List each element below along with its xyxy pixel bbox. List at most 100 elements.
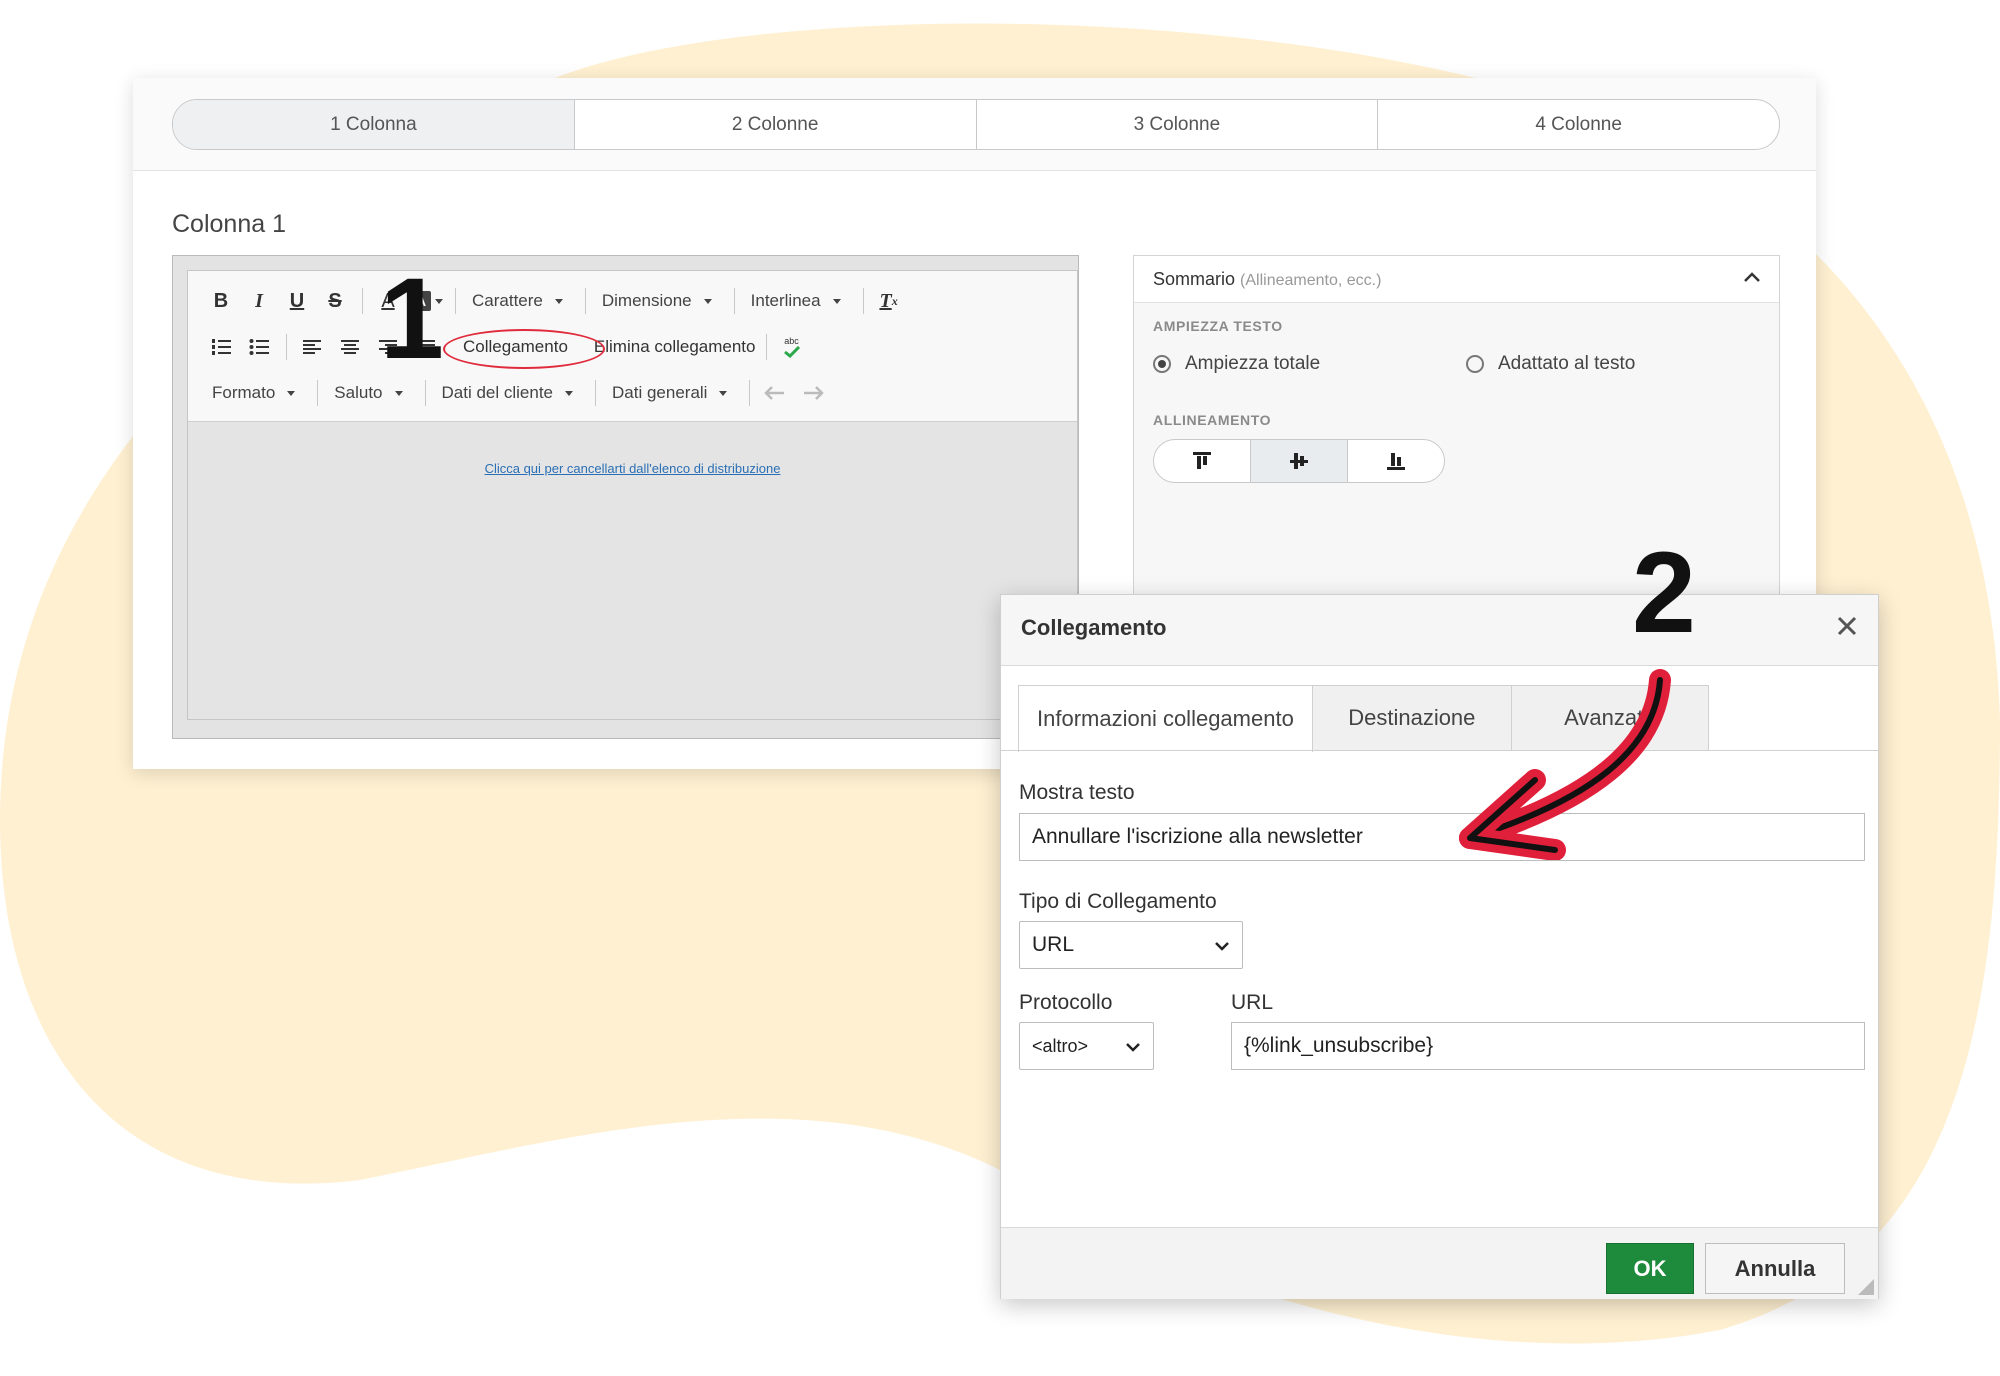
summary-title: Sommario (Allineamento, ecc.) <box>1153 269 1381 290</box>
unsubscribe-link[interactable]: Clicca qui per cancellarti dall'elenco d… <box>188 461 1077 476</box>
toolbar-separator <box>362 288 363 314</box>
chevron-down-icon <box>287 390 296 396</box>
toolbar-separator <box>455 288 456 314</box>
toolbar-separator <box>733 288 735 314</box>
align-bottom-button[interactable] <box>1348 440 1444 482</box>
undo-icon[interactable] <box>760 378 790 408</box>
alignment-label: ALLINEAMENTO <box>1153 412 1272 428</box>
toolbar-separator <box>286 334 287 360</box>
line-height-dropdown-label: Interlinea <box>750 291 821 310</box>
radio-unselected-icon <box>1466 355 1484 373</box>
format-dropdown-label: Formato <box>212 383 276 402</box>
toolbar-separator <box>862 288 864 314</box>
ok-button[interactable]: OK <box>1606 1243 1694 1294</box>
format-dropdown[interactable]: Formato <box>206 383 301 403</box>
link-type-value: URL <box>1032 933 1075 956</box>
clear-format-icon: T <box>879 289 892 312</box>
chevron-down-icon <box>719 390 728 396</box>
chevron-up-icon[interactable] <box>1743 267 1761 288</box>
editor-frame: B I U S A A Carattere Dimensione Interli… <box>187 270 1078 720</box>
underline-button[interactable]: U <box>282 286 312 316</box>
rich-text-editor: B I U S A A Carattere Dimensione Interli… <box>172 255 1079 739</box>
align-top-button[interactable] <box>1154 440 1251 482</box>
unlink-button[interactable]: Elimina collegamento <box>588 337 762 357</box>
url-label: URL <box>1231 991 1274 1014</box>
tab-2-columns[interactable]: 2 Colonne <box>575 100 977 149</box>
general-data-dropdown[interactable]: Dati generali <box>606 383 733 403</box>
align-left-icon[interactable] <box>297 332 327 362</box>
toolbar-separator <box>584 288 586 314</box>
summary-subtitle: (Allineamento, ecc.) <box>1240 272 1382 289</box>
editor-toolbar: B I U S A A Carattere Dimensione Interli… <box>188 271 1077 422</box>
strikethrough-button[interactable]: S <box>320 286 350 316</box>
panel-header: 1 Colonna 2 Colonne 3 Colonne 4 Colonne <box>133 78 1816 171</box>
spellcheck-label: abc <box>784 335 799 346</box>
toolbar-row-1: B I U S A A Carattere Dimensione Interli… <box>206 283 912 319</box>
greeting-dropdown[interactable]: Saluto <box>328 383 408 403</box>
size-dropdown[interactable]: Dimensione <box>596 291 718 311</box>
chevron-down-icon <box>1214 935 1230 956</box>
resize-grip-icon[interactable] <box>1858 1279 1874 1295</box>
italic-button[interactable]: I <box>244 286 274 316</box>
customer-data-dropdown[interactable]: Dati del cliente <box>436 383 580 403</box>
align-top-icon <box>1193 452 1211 469</box>
customer-data-dropdown-label: Dati del cliente <box>441 383 554 402</box>
dialog-footer: OK Annulla <box>1001 1227 1878 1299</box>
redo-icon[interactable] <box>798 378 828 408</box>
greeting-dropdown-label: Saluto <box>334 383 383 402</box>
spellcheck-icon[interactable]: abc <box>777 332 807 362</box>
bold-button[interactable]: B <box>206 286 236 316</box>
clear-format-button[interactable]: Tx <box>874 286 904 316</box>
link-type-select[interactable]: URL <box>1019 921 1243 969</box>
step-1-annotation: 1 <box>380 255 444 383</box>
radio-full-width-label: Ampiezza totale <box>1185 353 1321 374</box>
highlight-ring <box>443 329 605 369</box>
alignment-group <box>1153 439 1445 483</box>
tab-1-column[interactable]: 1 Colonna <box>173 100 575 149</box>
annotation-arrow <box>1459 669 1671 860</box>
toolbar-row-3: Formato Saluto Dati del cliente Dati gen… <box>206 375 836 411</box>
dialog-header: Collegamento <box>1001 595 1878 666</box>
general-data-dropdown-label: Dati generali <box>612 383 708 402</box>
url-input[interactable]: {%link_unsubscribe} <box>1231 1022 1865 1070</box>
chevron-down-icon <box>832 298 841 304</box>
font-dropdown[interactable]: Carattere <box>466 291 569 311</box>
chevron-down-icon <box>565 390 574 396</box>
summary-header[interactable]: Sommario (Allineamento, ecc.) <box>1134 256 1779 303</box>
tab-link-info[interactable]: Informazioni collegamento <box>1018 685 1313 752</box>
radio-full-width[interactable]: Ampiezza totale <box>1153 353 1320 375</box>
radio-fit-text[interactable]: Adattato al testo <box>1466 353 1635 375</box>
toolbar-separator <box>424 380 426 406</box>
summary-title-text: Sommario <box>1153 269 1236 289</box>
protocol-select[interactable]: <altro> <box>1019 1022 1154 1070</box>
tab-4-columns[interactable]: 4 Colonne <box>1378 100 1779 149</box>
toolbar-separator <box>749 380 751 406</box>
text-width-label: AMPIEZZA TESTO <box>1153 318 1283 334</box>
align-middle-button[interactable] <box>1251 440 1348 482</box>
clear-format-x-icon: x <box>891 293 898 308</box>
toolbar-separator <box>317 380 319 406</box>
toolbar-separator <box>595 380 597 406</box>
line-height-dropdown[interactable]: Interlinea <box>745 291 847 311</box>
cancel-button[interactable]: Annulla <box>1705 1243 1845 1294</box>
chevron-down-icon <box>394 390 403 396</box>
link-button[interactable]: Collegamento <box>443 329 605 369</box>
toolbar-row-2: Collegamento Elimina collegamento abc <box>206 329 815 369</box>
tab-3-columns[interactable]: 3 Colonne <box>977 100 1379 149</box>
align-center-icon[interactable] <box>335 332 365 362</box>
protocol-value: <altro> <box>1032 1035 1089 1056</box>
chevron-down-icon <box>554 298 563 304</box>
display-text-label: Mostra testo <box>1019 781 1135 804</box>
protocol-label: Protocollo <box>1019 991 1113 1014</box>
close-icon[interactable] <box>1836 611 1858 645</box>
radio-selected-icon <box>1153 355 1171 373</box>
size-dropdown-label: Dimensione <box>601 291 692 310</box>
link-type-label: Tipo di Collegamento <box>1019 890 1217 913</box>
numbered-list-icon[interactable] <box>206 332 236 362</box>
toolbar-separator <box>765 334 767 360</box>
chevron-down-icon <box>703 298 712 304</box>
font-dropdown-label: Carattere <box>472 291 543 310</box>
chevron-down-icon <box>1125 1036 1141 1057</box>
bullet-list-icon[interactable] <box>244 332 274 362</box>
column-title: Colonna 1 <box>172 210 286 238</box>
